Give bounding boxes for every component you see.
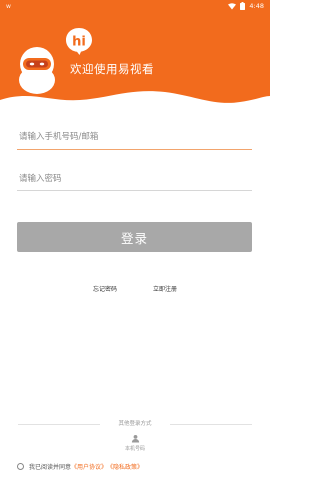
phone-email-input[interactable]	[19, 127, 252, 147]
privacy-policy-link[interactable]: 《隐私政策》	[107, 462, 143, 471]
hi-logo-icon: hi	[66, 28, 92, 55]
local-number-label: 本机号码	[124, 446, 145, 452]
status-left-text: w	[6, 3, 11, 10]
wifi-icon	[228, 2, 237, 9]
hi-logo-text: hi	[72, 35, 86, 50]
status-bar: w 4:48	[0, 0, 270, 14]
phone-email-field[interactable]	[19, 124, 252, 147]
forgot-password-link[interactable]: 忘记密码	[93, 284, 117, 293]
password-underline	[17, 190, 252, 191]
divider-right	[170, 424, 252, 425]
phone-underline-focused	[17, 149, 252, 150]
local-number-login-button[interactable]: 本机号码	[123, 434, 147, 452]
agreement-row: 我已阅读并同意 《用户协议》 《隐私政策》	[17, 462, 143, 471]
welcome-title: 欢迎使用易视看	[70, 62, 154, 76]
user-icon	[131, 434, 139, 443]
header-wave-divider	[0, 91, 270, 122]
password-field[interactable]	[19, 166, 252, 189]
password-input[interactable]	[19, 169, 252, 189]
agreement-radio[interactable]	[17, 463, 24, 470]
status-time: 4:48	[249, 2, 264, 10]
register-link[interactable]: 立即注册	[153, 284, 177, 293]
other-login-title: 其他登录方式	[118, 421, 152, 427]
agreement-prefix: 我已阅读并同意	[29, 464, 72, 471]
header-banner: w 4:48 hi 欢迎使用易视看	[0, 0, 270, 122]
status-right-group: 4:48	[228, 2, 264, 10]
login-button[interactable]: 登录	[17, 222, 252, 252]
battery-icon	[240, 2, 246, 10]
user-agreement-link[interactable]: 《用户协议》	[71, 462, 107, 471]
